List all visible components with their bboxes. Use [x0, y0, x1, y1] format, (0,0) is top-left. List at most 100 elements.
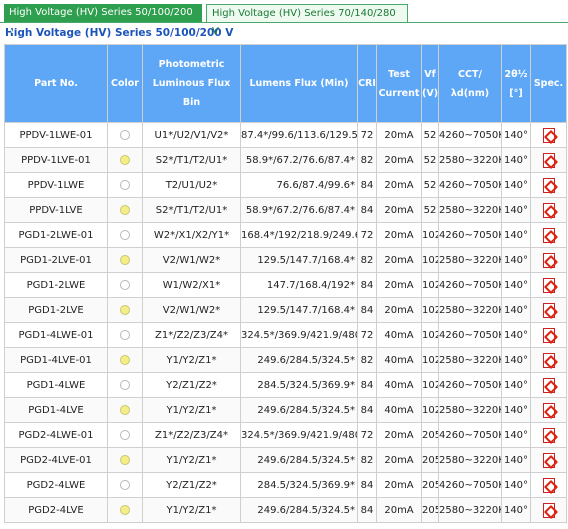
part-no-cell: PPDV-1LWE-01 — [4, 122, 108, 148]
flux-bin-cell: W1/W2/X1* — [142, 272, 241, 298]
product-table: Part No. Color Photometric Luminous Flux… — [4, 44, 567, 523]
col-spec: Spec. — [530, 44, 567, 123]
flux-bin-cell: U1*/U2/V1/V2* — [142, 122, 241, 148]
table-row: PGD1-2LWE W1/W2/X1* 147.7/168.4/192* 84 20mA… — [4, 272, 567, 298]
cri-cell: 84 — [357, 297, 377, 323]
flux-bin-cell: S2*/T1/T2/U1* — [142, 147, 241, 173]
pdf-icon[interactable] — [542, 477, 555, 493]
angle-cell: 140° — [501, 147, 531, 173]
cct-cell: 2580~3220K — [438, 247, 502, 273]
col-vf-line1: Vf — [424, 68, 436, 80]
test-current-cell: 20mA — [376, 472, 422, 498]
flux-bin-cell: S2*/T1/T2/U1* — [142, 197, 241, 223]
cri-cell: 72 — [357, 222, 377, 248]
spec-cell — [530, 472, 567, 498]
vf-cell: 205 — [421, 472, 439, 498]
table-row: PGD2-4LVE Y1/Y2/Z1* 249.6/284.5/324.5* 84 20… — [4, 497, 567, 523]
cct-cell: 4260~7050K — [438, 472, 502, 498]
pdf-icon[interactable] — [542, 177, 555, 193]
vf-cell: 102 — [421, 247, 439, 273]
part-no-cell: PGD1-2LWE — [4, 272, 108, 298]
yellow-color-dot-icon — [120, 454, 130, 465]
color-cell — [107, 497, 143, 523]
yellow-color-dot-icon — [120, 404, 130, 415]
angle-cell: 140° — [501, 422, 531, 448]
tab-hv-50-100-200[interactable]: High Voltage (HV) Series 50/100/200 V — [4, 4, 202, 36]
angle-cell: 140° — [501, 447, 531, 473]
angle-cell: 140° — [501, 397, 531, 423]
cct-cell: 2580~3220K — [438, 497, 502, 523]
col-lumens: Lumens Flux (Min) — [240, 44, 358, 123]
pdf-icon[interactable] — [542, 327, 555, 343]
part-no-cell: PGD1-4LVE-01 — [4, 347, 108, 373]
pdf-icon[interactable] — [542, 302, 555, 318]
part-no-cell: PPDV-1LVE — [4, 197, 108, 223]
flux-bin-cell: Y1/Y2/Z1* — [142, 447, 241, 473]
lumens-cell: 249.6/284.5/324.5* — [240, 497, 358, 523]
pdf-icon[interactable] — [542, 452, 555, 468]
flux-bin-cell: V2/W1/W2* — [142, 247, 241, 273]
col-angle: 2θ½ [°] — [501, 44, 531, 123]
pdf-icon[interactable] — [542, 427, 555, 443]
color-cell — [107, 297, 143, 323]
table-row: PGD1-4LVE Y1/Y2/Z1* 249.6/284.5/324.5* 84 40… — [4, 397, 567, 423]
part-no-cell: PGD2-4LWE-01 — [4, 422, 108, 448]
col-flux-bin: Photometric Luminous Flux Bin — [142, 44, 241, 123]
pdf-icon[interactable] — [542, 227, 555, 243]
tab-hv-70-140-280[interactable]: High Voltage (HV) Series 70/140/280 V — [206, 4, 408, 37]
pdf-icon[interactable] — [542, 127, 555, 143]
vf-cell: 205 — [421, 447, 439, 473]
test-current-cell: 40mA — [376, 372, 422, 398]
part-no-cell: PGD1-2LVE — [4, 297, 108, 323]
col-flux-bin-line2: Luminous Flux — [152, 78, 231, 89]
cri-cell: 84 — [357, 397, 377, 423]
part-no-cell: PGD2-4LWE — [4, 472, 108, 498]
test-current-cell: 20mA — [376, 297, 422, 323]
test-current-cell: 20mA — [376, 497, 422, 523]
pdf-icon[interactable] — [542, 202, 555, 218]
cri-cell: 72 — [357, 422, 377, 448]
part-no-cell: PGD1-4LWE-01 — [4, 322, 108, 348]
lumens-cell: 58.9*/67.2/76.6/87.4* — [240, 197, 358, 223]
lumens-cell: 87.4*/99.6/113.6/129.5* — [240, 122, 358, 148]
flux-bin-cell: Y2/Z1/Z2* — [142, 372, 241, 398]
pdf-icon[interactable] — [542, 152, 555, 168]
white-color-dot-icon — [120, 229, 130, 240]
lumens-cell: 324.5*/369.9/421.9/480* — [240, 322, 358, 348]
spec-cell — [530, 497, 567, 523]
pdf-icon[interactable] — [542, 377, 555, 393]
pdf-icon[interactable] — [542, 502, 555, 518]
angle-cell: 140° — [501, 247, 531, 273]
color-cell — [107, 197, 143, 223]
pdf-icon[interactable] — [542, 277, 555, 293]
col-cct-line2: λd(nm) — [450, 87, 490, 99]
yellow-color-dot-icon — [120, 504, 130, 515]
color-cell — [107, 447, 143, 473]
col-flux-bin-line3: Bin — [182, 97, 201, 108]
table-row: PGD1-2LVE V2/W1/W2* 129.5/147.7/168.4* 84 20… — [4, 297, 567, 323]
angle-cell: 140° — [501, 122, 531, 148]
flux-bin-cell: T2/U1/U2* — [142, 172, 241, 198]
pdf-icon[interactable] — [542, 402, 555, 418]
flux-bin-cell: Y1/Y2/Z1* — [142, 397, 241, 423]
lumens-cell: 284.5/324.5/369.9* — [240, 472, 358, 498]
col-test-current: Test Current — [376, 44, 422, 123]
test-current-cell: 20mA — [376, 247, 422, 273]
pdf-icon[interactable] — [542, 352, 555, 368]
cri-cell: 84 — [357, 497, 377, 523]
cri-cell: 72 — [357, 322, 377, 348]
lumens-cell: 168.4*/192/218.9/249.6* — [240, 222, 358, 248]
vf-cell: 102 — [421, 222, 439, 248]
lumens-cell: 58.9*/67.2/76.6/87.4* — [240, 147, 358, 173]
pdf-icon[interactable] — [542, 252, 555, 268]
spec-cell — [530, 422, 567, 448]
col-angle-line2: [°] — [509, 87, 523, 99]
cri-cell: 82 — [357, 447, 377, 473]
flux-bin-cell: Y1/Y2/Z1* — [142, 497, 241, 523]
part-no-cell: PPDV-1LWE — [4, 172, 108, 198]
angle-cell: 140° — [501, 297, 531, 323]
part-no-cell: PGD1-4LVE — [4, 397, 108, 423]
tab-bar: High Voltage (HV) Series 50/100/200 V Hi… — [0, 0, 568, 37]
table-row: PGD1-2LWE-01 W2*/X1/X2/Y1* 168.4*/192/218.… — [4, 222, 567, 248]
white-color-dot-icon — [120, 479, 130, 490]
